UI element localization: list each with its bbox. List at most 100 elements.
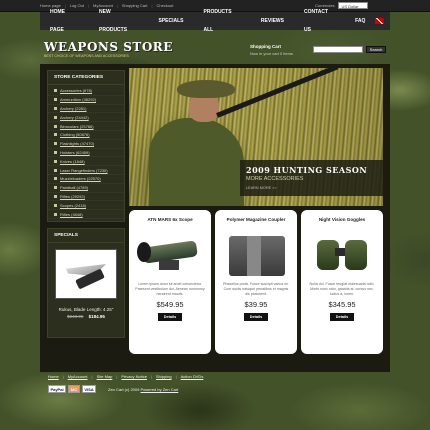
bullet-icon	[54, 98, 57, 102]
separator: |	[151, 3, 153, 8]
bullet-icon	[54, 150, 57, 154]
category-label[interactable]: Rifles (29292)	[60, 194, 85, 199]
category-label[interactable]: Accessories (678)	[60, 88, 92, 93]
separator: |	[116, 374, 118, 379]
category-label[interactable]: Clothing (50876)	[60, 132, 90, 137]
footer-links: Home | MyAccount | Site Map | Privacy Notic…	[48, 374, 203, 379]
footer-link-privacy[interactable]: Privacy Notice	[121, 374, 147, 379]
mastercard-icon: MC	[68, 385, 80, 393]
footer-link-shipping[interactable]: Shipping	[156, 374, 172, 379]
bullet-icon	[54, 142, 57, 146]
nav-faq[interactable]: FAQ	[345, 12, 375, 30]
category-item[interactable]: Binoculars (25786)	[48, 122, 124, 131]
search-button[interactable]: Search	[366, 46, 386, 53]
category-item[interactable]: Knives (1848)	[48, 157, 124, 167]
category-item[interactable]: Flashlights (47470)	[48, 140, 124, 149]
main-nav: Home page New products Specials Products…	[40, 9, 390, 33]
category-label[interactable]: Knives (1848)	[60, 159, 85, 164]
product-price: $345.95	[328, 300, 356, 309]
category-label[interactable]: Archery (24442)	[60, 115, 89, 120]
category-item[interactable]: Muzzleloaders (22570)	[48, 175, 124, 184]
bullet-icon	[54, 203, 57, 207]
category-label[interactable]: Ammunition (38292)	[60, 97, 96, 102]
magazine-image[interactable]	[221, 230, 291, 278]
category-item[interactable]: Ammunition (38292)	[48, 96, 124, 105]
category-label[interactable]: Flashlights (47470)	[60, 141, 94, 146]
categories-title: Store Categories	[48, 71, 124, 85]
categories-box: Store Categories Accessories (678) Ammun…	[47, 70, 125, 222]
store-logo[interactable]: WEAPONS STORE	[44, 40, 173, 54]
scope-mount-shape	[159, 260, 179, 270]
separator: |	[175, 374, 177, 379]
details-button[interactable]: Details	[244, 313, 268, 321]
product-name[interactable]: Night Vision Goggles	[301, 217, 383, 222]
top-link-checkout[interactable]: Checkout	[156, 3, 173, 8]
paypal-icon: PayPal	[48, 385, 66, 393]
category-label[interactable]: Binoculars (25786)	[60, 124, 94, 129]
category-list: Accessories (678) Ammunition (38292) Arc…	[48, 85, 124, 221]
powered-by-link[interactable]: Powered by Zen Cart	[140, 387, 178, 392]
binocular-right-shape	[345, 240, 367, 270]
sidebar: Store Categories Accessories (678) Ammun…	[47, 70, 125, 344]
search-input[interactable]	[313, 46, 363, 53]
category-item[interactable]: Accessories (678)	[48, 87, 124, 96]
footer-link-sitemap[interactable]: Site Map	[97, 374, 113, 379]
binoculars-image[interactable]	[307, 230, 377, 278]
bullet-icon	[54, 194, 57, 198]
details-button[interactable]: Details	[330, 313, 354, 321]
specials-box: Specials Rukus, Blade Length: 4.25" $248…	[47, 227, 125, 338]
product-name[interactable]: ATN MARS 6x Scope	[129, 217, 211, 222]
category-label[interactable]: Holsters (62459)	[60, 150, 90, 155]
scope-image[interactable]	[135, 230, 205, 278]
bullet-icon	[54, 133, 57, 137]
category-item[interactable]: Paintball (4789)	[48, 184, 124, 193]
category-item[interactable]: Clothing (50876)	[48, 131, 124, 140]
hunter-hat-shape	[177, 80, 235, 98]
product-name[interactable]: Polymer Magazine Coupler	[215, 217, 297, 222]
hunter-face-shape	[189, 94, 219, 122]
banner-caption: 2009 HUNTING SEASON MORE ACCESSORIES LEA…	[240, 160, 383, 196]
category-item[interactable]: Scopes (2418)	[48, 201, 124, 211]
bullet-icon	[54, 177, 57, 181]
product-price: $549.95	[156, 300, 184, 309]
banner-title: 2009 HUNTING SEASON	[246, 165, 368, 175]
product-description: Phasellus porta. Fusce suscipit varius m…	[223, 282, 289, 296]
nav-specials[interactable]: Specials	[148, 12, 193, 30]
category-label[interactable]: Archery (2281)	[60, 106, 86, 111]
category-label[interactable]: Paintball (4789)	[60, 185, 88, 190]
category-label[interactable]: Scopes (2418)	[60, 203, 86, 208]
category-item[interactable]: Rifles (4848)	[48, 210, 124, 219]
scope-lens-shape	[137, 242, 151, 262]
banner-learn-more[interactable]: LEARN MORE >>	[246, 186, 277, 190]
cart-title[interactable]: Shopping Cart	[250, 44, 281, 49]
bullet-icon	[54, 168, 57, 172]
category-item[interactable]: Holsters (62459)	[48, 149, 124, 158]
nav-reviews[interactable]: Reviews	[251, 12, 294, 30]
language-flag-icon[interactable]	[375, 18, 385, 24]
category-item[interactable]: Archery (24442)	[48, 113, 124, 123]
bullet-icon	[54, 124, 57, 128]
footer-link-account[interactable]: MyAccount	[68, 374, 88, 379]
footer-link-home[interactable]: Home	[48, 374, 59, 379]
banner-subtitle: MORE ACCESSORIES	[246, 176, 304, 182]
category-label[interactable]: Muzzleloaders (22570)	[60, 176, 101, 181]
copyright: Zen Cart (c) 2009 Powered by Zen Cart	[108, 387, 178, 392]
details-button[interactable]: Details	[158, 313, 182, 321]
category-label[interactable]: Laser Rangefinders (7230)	[60, 168, 108, 173]
category-item[interactable]: Archery (2281)	[48, 105, 124, 114]
separator: |	[150, 374, 153, 379]
product-card: Night Vision Goggles Nulla dui. Fusce fe…	[301, 210, 383, 354]
featured-products: ATN MARS 6x Scope Lorem ipsum dolor sit …	[129, 210, 383, 354]
category-label[interactable]: Rifles (4848)	[60, 212, 83, 217]
hunter-body-shape	[149, 118, 244, 206]
category-item[interactable]: Rifles (29292)	[48, 193, 124, 202]
separator: |	[91, 374, 93, 379]
store-tagline: Best choice of weapons and accessories	[44, 54, 129, 58]
special-prices: $248.95 $184.95	[48, 314, 124, 319]
bullet-icon	[54, 89, 57, 93]
knife-image[interactable]	[55, 248, 117, 299]
special-product-name[interactable]: Rukus, Blade Length: 4.25"	[48, 307, 124, 312]
hero-banner[interactable]: 2009 HUNTING SEASON MORE ACCESSORIES LEA…	[129, 68, 383, 206]
category-item[interactable]: Laser Rangefinders (7230)	[48, 166, 124, 175]
footer-link-dvds[interactable]: Action DVDs	[181, 374, 204, 379]
